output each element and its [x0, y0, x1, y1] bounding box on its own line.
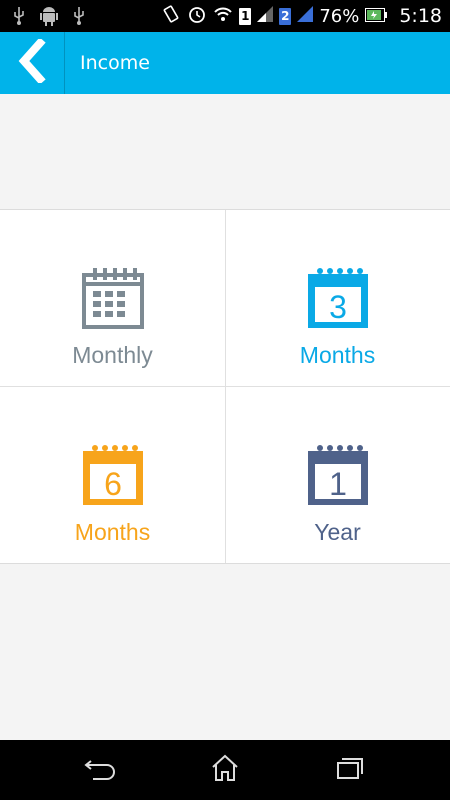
sim1-badge: 1	[239, 7, 252, 25]
page-title: Income	[80, 52, 150, 74]
status-bar: 1 2 76% 5:18	[0, 0, 450, 32]
signal-icon	[297, 6, 314, 26]
android-icon	[40, 6, 58, 30]
period-grid: Monthly 3 Months 6 Months 1 Year	[0, 209, 450, 564]
signal-icon	[257, 6, 274, 26]
home-icon	[210, 754, 240, 786]
battery-percent: 76%	[319, 5, 360, 27]
option-label: Months	[299, 342, 376, 368]
option-label: Year	[314, 519, 361, 545]
calendar-1-icon: 1	[307, 445, 368, 505]
recents-icon	[335, 756, 365, 784]
calendar-number: 6	[104, 466, 122, 502]
nav-back-button[interactable]	[80, 752, 120, 788]
calendar-3-icon: 3	[307, 268, 368, 328]
option-monthly[interactable]: Monthly	[0, 210, 225, 386]
option-6-months[interactable]: 6 Months	[0, 387, 225, 563]
calendar-6-icon: 6	[82, 445, 143, 505]
calendar-number: 3	[329, 289, 347, 325]
option-label: Monthly	[72, 342, 153, 368]
back-icon	[83, 756, 117, 784]
wifi-icon	[213, 5, 233, 27]
calendar-number: 1	[329, 466, 347, 502]
battery-icon	[365, 7, 388, 26]
calendar-grid-icon	[81, 268, 144, 329]
option-3-months[interactable]: 3 Months	[225, 210, 450, 386]
clock: 5:18	[399, 5, 442, 27]
back-button[interactable]	[0, 32, 65, 94]
usb-icon	[72, 6, 86, 30]
option-1-year[interactable]: 1 Year	[225, 387, 450, 563]
app-bar: Income	[0, 32, 450, 94]
navigation-bar	[0, 740, 450, 800]
nav-home-button[interactable]	[205, 752, 245, 788]
usb-icon	[12, 6, 26, 30]
option-label: Months	[74, 519, 151, 545]
sim2-badge: 2	[279, 7, 292, 25]
chevron-left-icon	[16, 37, 48, 87]
nav-recents-button[interactable]	[330, 752, 370, 788]
vibrate-icon	[161, 4, 181, 28]
alarm-icon	[187, 4, 207, 28]
